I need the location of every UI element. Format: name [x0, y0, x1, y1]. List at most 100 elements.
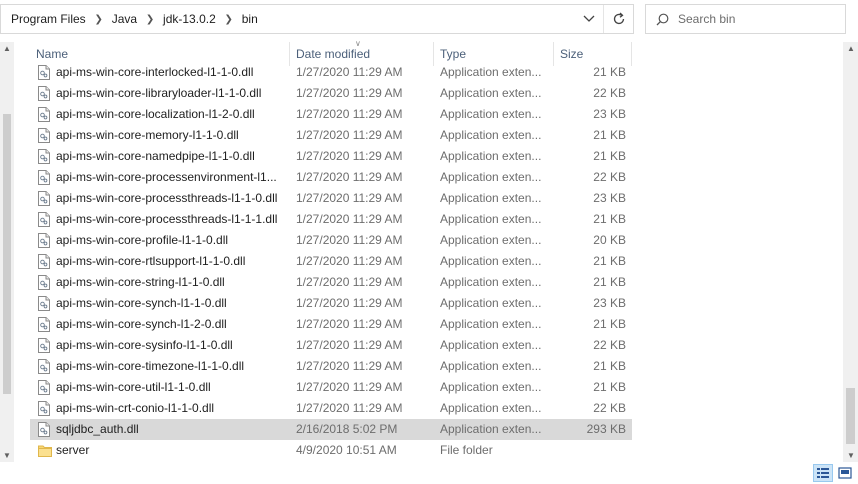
chevron-right-icon[interactable]: ❯ [88, 14, 110, 25]
file-row[interactable]: api-ms-win-core-memory-l1-1-0.dll 1/27/20… [30, 125, 632, 146]
file-date-modified: 1/27/2020 11:29 AM [296, 275, 403, 289]
file-list-scrollbar[interactable]: ▲ ▼ [843, 42, 858, 462]
scroll-down-icon[interactable]: ▼ [3, 451, 11, 460]
file-row[interactable]: api-ms-win-core-synch-l1-2-0.dll 1/27/202… [30, 314, 632, 335]
file-size: 293 KB [586, 422, 626, 436]
details-view-button[interactable] [813, 464, 833, 482]
dll-file-icon [38, 128, 50, 143]
file-name: server [56, 443, 90, 457]
file-date-modified: 1/27/2020 11:29 AM [296, 107, 403, 121]
file-type: Application exten... [440, 296, 542, 310]
file-row[interactable]: api-ms-win-core-processthreads-l1-1-1.dl… [30, 209, 632, 230]
breadcrumb-program-files[interactable]: Program Files [9, 12, 88, 26]
search-input[interactable] [678, 12, 838, 26]
file-date-modified: 1/27/2020 11:29 AM [296, 128, 403, 142]
file-size: 21 KB [593, 359, 626, 373]
dll-file-icon [38, 233, 50, 248]
file-type: Application exten... [440, 149, 542, 163]
breadcrumb-bin[interactable]: bin [240, 12, 260, 26]
file-size: 23 KB [593, 107, 626, 121]
dll-file-icon [38, 191, 50, 206]
file-name: api-ms-win-core-processenvironment-l1... [56, 170, 277, 184]
file-row[interactable]: sqljdbc_auth.dll 2/16/2018 5:02 PM Applica… [30, 419, 632, 440]
file-date-modified: 1/27/2020 11:29 AM [296, 170, 403, 184]
file-list: api-ms-win-core-interlocked-l1-1-0.dll 1/… [30, 62, 632, 461]
file-name: api-ms-win-core-rtlsupport-l1-1-0.dll [56, 254, 246, 268]
file-date-modified: 1/27/2020 11:29 AM [296, 296, 403, 310]
dll-file-icon [38, 275, 50, 290]
file-row[interactable]: api-ms-win-crt-conio-l1-1-0.dll 1/27/2020… [30, 398, 632, 419]
address-history-dropdown[interactable] [575, 5, 603, 33]
dll-file-icon [38, 212, 50, 227]
file-type: File folder [440, 443, 493, 457]
chevron-right-icon[interactable]: ❯ [218, 14, 240, 25]
file-row[interactable]: api-ms-win-core-profile-l1-1-0.dll 1/27/2… [30, 230, 632, 251]
file-name: api-ms-win-core-processthreads-l1-1-1.dl… [56, 212, 278, 226]
refresh-button[interactable] [603, 5, 633, 33]
file-date-modified: 1/27/2020 11:29 AM [296, 86, 403, 100]
file-name: api-ms-win-core-interlocked-l1-1-0.dll [56, 65, 254, 79]
dll-file-icon [38, 86, 50, 101]
file-row[interactable]: api-ms-win-core-namedpipe-l1-1-0.dll 1/27… [30, 146, 632, 167]
file-row[interactable]: api-ms-win-core-sysinfo-l1-1-0.dll 1/27/2… [30, 335, 632, 356]
file-size: 21 KB [593, 254, 626, 268]
file-name: api-ms-win-core-timezone-l1-1-0.dll [56, 359, 245, 373]
file-size: 21 KB [593, 128, 626, 142]
file-size: 21 KB [593, 275, 626, 289]
file-type: Application exten... [440, 107, 542, 121]
dll-file-icon [38, 65, 50, 80]
file-date-modified: 1/27/2020 11:29 AM [296, 65, 403, 79]
file-date-modified: 1/27/2020 11:29 AM [296, 212, 403, 226]
file-row[interactable]: api-ms-win-core-interlocked-l1-1-0.dll 1/… [30, 62, 632, 83]
file-row[interactable]: api-ms-win-core-synch-l1-1-0.dll 1/27/202… [30, 293, 632, 314]
breadcrumb-java[interactable]: Java [110, 12, 139, 26]
file-row[interactable]: api-ms-win-core-processenvironment-l1...… [30, 167, 632, 188]
navigation-pane-scrollbar[interactable]: ▲ ▼ [0, 42, 14, 462]
file-row[interactable]: api-ms-win-core-string-l1-1-0.dll 1/27/20… [30, 272, 632, 293]
file-size: 23 KB [593, 191, 626, 205]
file-row[interactable]: api-ms-win-core-timezone-l1-1-0.dll 1/27/… [30, 356, 632, 377]
file-row[interactable]: api-ms-win-core-processthreads-l1-1-0.dl… [30, 188, 632, 209]
large-icons-view-button[interactable] [835, 464, 855, 482]
dll-file-icon [38, 149, 50, 164]
scroll-down-icon[interactable]: ▼ [847, 451, 855, 460]
details-view-icon [817, 468, 829, 478]
folder-row[interactable]: server 4/9/2020 10:51 AM File folder [30, 440, 632, 461]
file-row[interactable]: api-ms-win-core-util-l1-1-0.dll 1/27/2020… [30, 377, 632, 398]
file-type: Application exten... [440, 359, 542, 373]
address-bar[interactable]: Program Files ❯ Java ❯ jdk-13.0.2 ❯ bin [0, 4, 634, 34]
file-size: 21 KB [593, 212, 626, 226]
breadcrumb: Program Files ❯ Java ❯ jdk-13.0.2 ❯ bin [1, 5, 575, 33]
file-name: api-ms-win-core-processthreads-l1-1-0.dl… [56, 191, 278, 205]
file-type: Application exten... [440, 212, 542, 226]
search-box[interactable] [645, 4, 846, 34]
file-size: 22 KB [593, 86, 626, 100]
file-size: 20 KB [593, 233, 626, 247]
file-type: Application exten... [440, 380, 542, 394]
scroll-up-icon[interactable]: ▲ [847, 44, 855, 53]
file-size: 22 KB [593, 170, 626, 184]
folder-icon [38, 443, 52, 458]
dll-file-icon [38, 359, 50, 374]
refresh-icon [613, 12, 624, 25]
file-name: api-ms-win-core-localization-l1-2-0.dll [56, 107, 255, 121]
scrollbar-thumb[interactable] [3, 114, 11, 394]
file-type: Application exten... [440, 170, 542, 184]
scroll-up-icon[interactable]: ▲ [3, 44, 11, 53]
dll-file-icon [38, 254, 50, 269]
file-type: Application exten... [440, 254, 542, 268]
file-row[interactable]: api-ms-win-core-localization-l1-2-0.dll 1… [30, 104, 632, 125]
breadcrumb-jdk[interactable]: jdk-13.0.2 [161, 12, 218, 26]
dll-file-icon [38, 422, 50, 437]
file-date-modified: 1/27/2020 11:29 AM [296, 149, 403, 163]
file-name: api-ms-win-core-synch-l1-1-0.dll [56, 296, 227, 310]
file-type: Application exten... [440, 338, 542, 352]
file-row[interactable]: api-ms-win-core-libraryloader-l1-1-0.dll… [30, 83, 632, 104]
file-row[interactable]: api-ms-win-core-rtlsupport-l1-1-0.dll 1/2… [30, 251, 632, 272]
chevron-right-icon[interactable]: ❯ [139, 14, 161, 25]
large-icons-view-icon [838, 467, 852, 479]
file-date-modified: 1/27/2020 11:29 AM [296, 359, 403, 373]
dll-file-icon [38, 338, 50, 353]
file-name: api-ms-win-core-namedpipe-l1-1-0.dll [56, 149, 255, 163]
scrollbar-thumb[interactable] [846, 388, 855, 444]
